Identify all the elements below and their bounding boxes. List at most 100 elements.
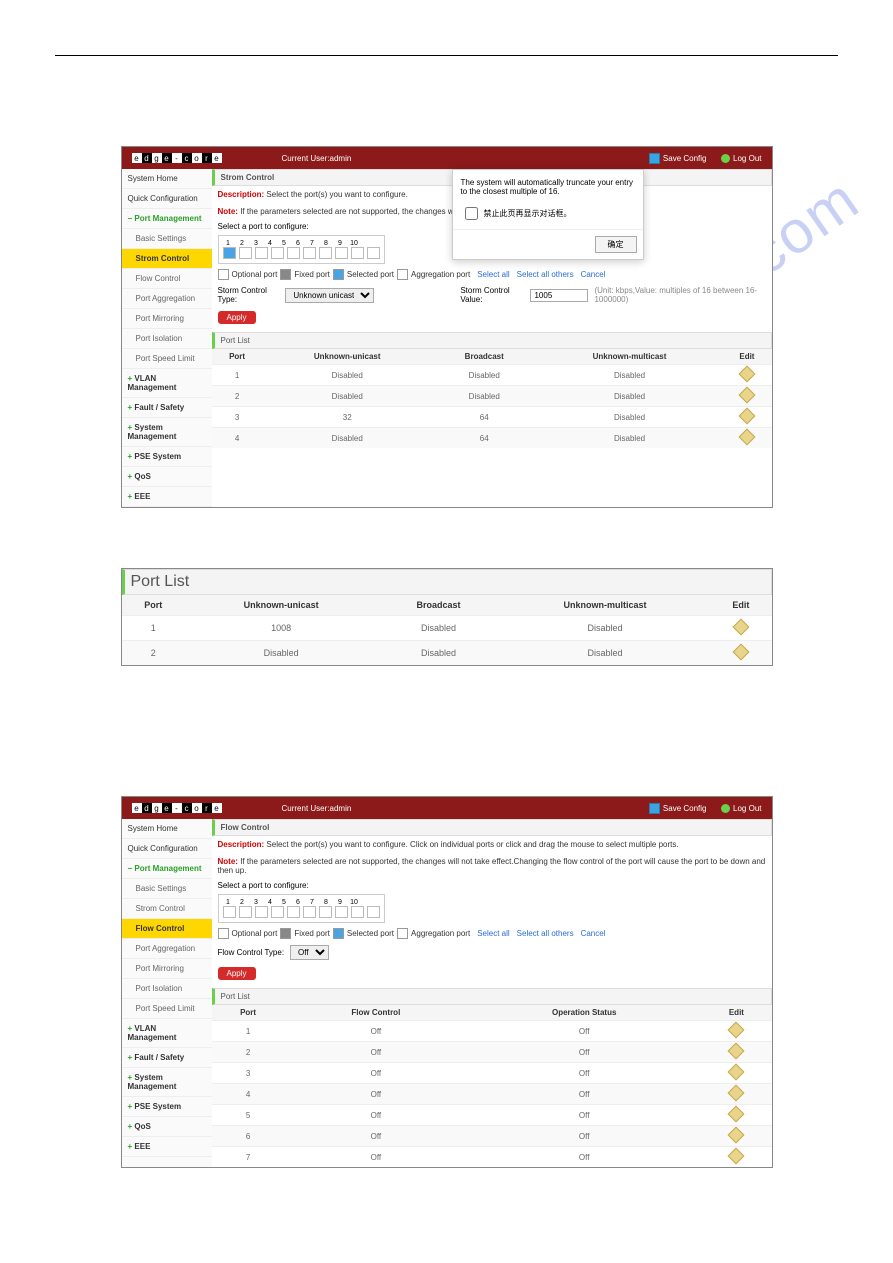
port-cell[interactable] bbox=[367, 247, 380, 259]
sidebar-item[interactable]: − Port Management bbox=[122, 859, 212, 879]
page-divider bbox=[55, 55, 838, 56]
edit-icon[interactable] bbox=[738, 387, 755, 404]
edit-icon[interactable] bbox=[728, 1022, 745, 1039]
sidebar-item[interactable]: Port Mirroring bbox=[122, 309, 212, 329]
table-cell: 2 bbox=[122, 641, 185, 666]
port-cell[interactable] bbox=[351, 906, 364, 918]
logout-button[interactable]: Log Out bbox=[721, 154, 761, 163]
sidebar-item[interactable]: + System Management bbox=[122, 418, 212, 447]
sidebar-item[interactable]: + EEE bbox=[122, 1137, 212, 1157]
sidebar-item[interactable]: Port Speed Limit bbox=[122, 349, 212, 369]
port-cell[interactable] bbox=[271, 247, 284, 259]
dialog-ok-button[interactable]: 确定 bbox=[595, 236, 637, 253]
port-cell[interactable] bbox=[287, 247, 300, 259]
port-cell[interactable] bbox=[351, 247, 364, 259]
port-cell[interactable] bbox=[303, 906, 316, 918]
optional-swatch bbox=[218, 928, 229, 939]
sidebar-item[interactable]: Port Isolation bbox=[122, 979, 212, 999]
sidebar-item[interactable]: Strom Control bbox=[122, 249, 212, 269]
sidebar-item[interactable]: Flow Control bbox=[122, 919, 212, 939]
sidebar-item[interactable]: + VLAN Management bbox=[122, 1019, 212, 1048]
port-cell[interactable] bbox=[239, 247, 252, 259]
table-cell: Disabled bbox=[432, 386, 537, 407]
port-number: 2 bbox=[237, 240, 248, 247]
select-others-link[interactable]: Select all others bbox=[517, 929, 574, 938]
port-cell[interactable] bbox=[287, 906, 300, 918]
edit-icon[interactable] bbox=[728, 1148, 745, 1165]
edit-icon[interactable] bbox=[728, 1064, 745, 1081]
sidebar-item[interactable]: Port Speed Limit bbox=[122, 999, 212, 1019]
column-header: Broadcast bbox=[377, 595, 499, 616]
port-cell[interactable] bbox=[303, 247, 316, 259]
select-others-link[interactable]: Select all others bbox=[517, 270, 574, 279]
port-cell[interactable] bbox=[271, 906, 284, 918]
sidebar-item[interactable]: Port Aggregation bbox=[122, 939, 212, 959]
table-cell: Disabled bbox=[537, 428, 723, 449]
apply-button[interactable]: Apply bbox=[218, 967, 256, 980]
edit-icon[interactable] bbox=[738, 429, 755, 446]
save-config-button[interactable]: Save Config bbox=[649, 803, 707, 814]
edit-icon[interactable] bbox=[728, 1106, 745, 1123]
note-text: If the parameters selected are not suppo… bbox=[218, 857, 766, 875]
sidebar-item[interactable]: − Port Management bbox=[122, 209, 212, 229]
sidebar-item[interactable]: Strom Control bbox=[122, 899, 212, 919]
table-cell: 64 bbox=[432, 407, 537, 428]
sidebar-item[interactable]: Port Isolation bbox=[122, 329, 212, 349]
sidebar-item[interactable]: + VLAN Management bbox=[122, 369, 212, 398]
edit-icon[interactable] bbox=[738, 408, 755, 425]
edit-icon[interactable] bbox=[732, 619, 749, 636]
port-cell[interactable] bbox=[255, 247, 268, 259]
port-cell[interactable] bbox=[335, 906, 348, 918]
fixed-swatch bbox=[280, 269, 291, 280]
sidebar-item[interactable]: + PSE System bbox=[122, 1097, 212, 1117]
port-cell[interactable] bbox=[335, 247, 348, 259]
port-number: 6 bbox=[293, 240, 304, 247]
edit-icon[interactable] bbox=[728, 1085, 745, 1102]
logout-button[interactable]: Log Out bbox=[721, 804, 761, 813]
edit-icon[interactable] bbox=[738, 366, 755, 383]
sidebar-item[interactable]: Port Aggregation bbox=[122, 289, 212, 309]
sidebar-item[interactable]: Quick Configuration bbox=[122, 189, 212, 209]
port-cell[interactable] bbox=[223, 247, 236, 259]
port-legend: Optional port Fixed port Selected port A… bbox=[212, 925, 772, 942]
sidebar-item[interactable]: + QoS bbox=[122, 467, 212, 487]
select-all-link[interactable]: Select all bbox=[477, 929, 509, 938]
sidebar-item[interactable]: Basic Settings bbox=[122, 229, 212, 249]
sidebar-item[interactable]: + Fault / Safety bbox=[122, 398, 212, 418]
cancel-link[interactable]: Cancel bbox=[581, 929, 606, 938]
port-cell[interactable] bbox=[319, 906, 332, 918]
sidebar-item[interactable]: System Home bbox=[122, 169, 212, 189]
sidebar-item[interactable]: Basic Settings bbox=[122, 879, 212, 899]
apply-button[interactable]: Apply bbox=[218, 311, 256, 324]
sidebar-item[interactable]: + System Management bbox=[122, 1068, 212, 1097]
storm-type-select[interactable]: Unknown unicast bbox=[285, 288, 374, 303]
sidebar-item[interactable]: + Fault / Safety bbox=[122, 1048, 212, 1068]
table-row: 4Disabled64Disabled bbox=[212, 428, 772, 449]
flow-type-select[interactable]: Off bbox=[290, 945, 329, 960]
port-cell[interactable] bbox=[239, 906, 252, 918]
sidebar-item[interactable]: Port Mirroring bbox=[122, 959, 212, 979]
column-header: Unknown-multicast bbox=[537, 349, 723, 365]
edit-icon[interactable] bbox=[728, 1043, 745, 1060]
edit-icon[interactable] bbox=[732, 644, 749, 661]
sidebar-item[interactable]: System Home bbox=[122, 819, 212, 839]
sidebar-item[interactable]: Quick Configuration bbox=[122, 839, 212, 859]
port-cell[interactable] bbox=[367, 906, 380, 918]
sidebar-item[interactable]: + QoS bbox=[122, 1117, 212, 1137]
save-config-button[interactable]: Save Config bbox=[649, 153, 707, 164]
storm-value-input[interactable] bbox=[530, 289, 588, 302]
table-cell: Disabled bbox=[500, 616, 711, 641]
port-number: 9 bbox=[335, 240, 346, 247]
sidebar-item[interactable]: + EEE bbox=[122, 487, 212, 507]
port-cell[interactable] bbox=[255, 906, 268, 918]
dialog-suppress-checkbox[interactable] bbox=[465, 207, 478, 220]
edit-icon[interactable] bbox=[728, 1127, 745, 1144]
disk-icon bbox=[649, 153, 660, 164]
port-cell[interactable] bbox=[319, 247, 332, 259]
column-header: Flow Control bbox=[285, 1005, 467, 1021]
sidebar-item[interactable]: + PSE System bbox=[122, 447, 212, 467]
select-all-link[interactable]: Select all bbox=[477, 270, 509, 279]
port-cell[interactable] bbox=[223, 906, 236, 918]
cancel-link[interactable]: Cancel bbox=[581, 270, 606, 279]
sidebar-item[interactable]: Flow Control bbox=[122, 269, 212, 289]
